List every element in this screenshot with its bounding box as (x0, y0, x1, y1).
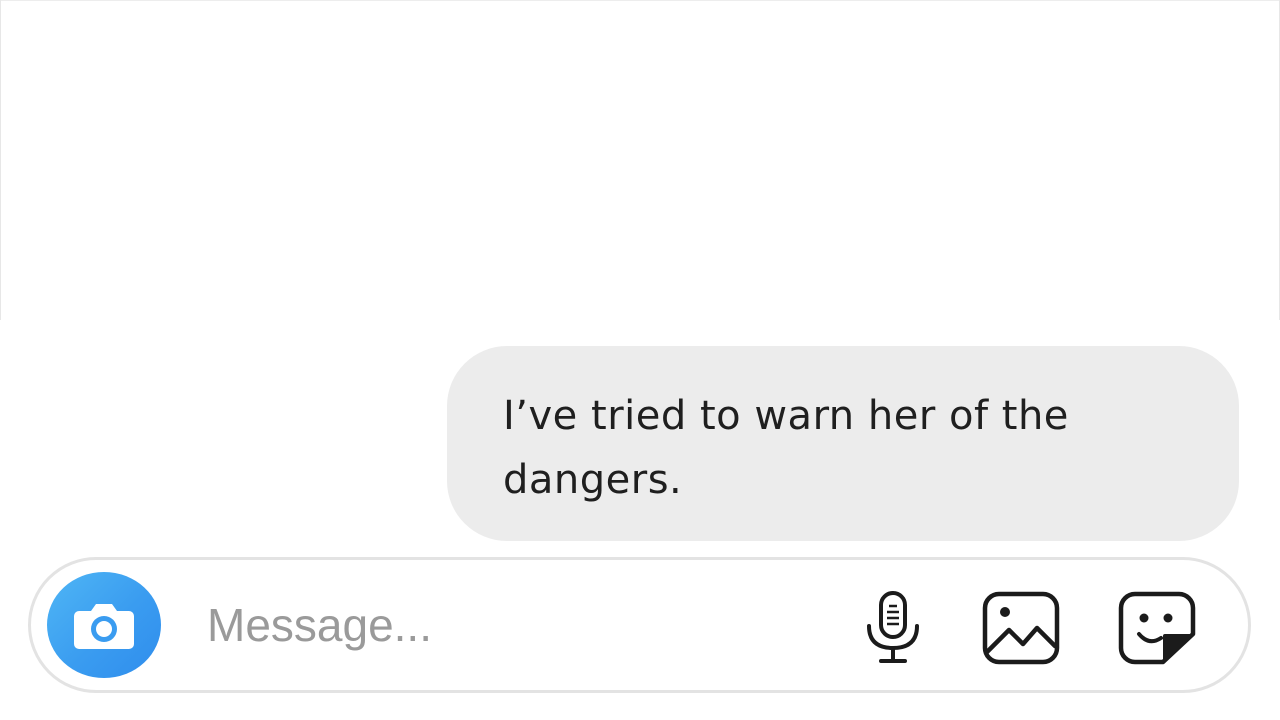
message-composer (28, 557, 1251, 693)
camera-icon (74, 604, 134, 649)
gallery-button[interactable] (981, 588, 1061, 668)
camera-button[interactable] (47, 572, 161, 678)
sticker-button[interactable] (1117, 588, 1197, 668)
top-border (0, 0, 1280, 1)
sticker-icon (1118, 591, 1196, 665)
message-bubble[interactable]: I’ve tried to warn her of the dangers. (447, 346, 1239, 541)
left-border (0, 0, 1, 320)
image-icon (982, 591, 1060, 665)
message-text: I’ve tried to warn her of the dangers. (503, 393, 1069, 503)
microphone-button[interactable] (853, 588, 933, 668)
message-input[interactable] (207, 590, 807, 660)
microphone-icon (867, 591, 919, 663)
chat-screen: I’ve tried to warn her of the dangers. (0, 0, 1280, 720)
